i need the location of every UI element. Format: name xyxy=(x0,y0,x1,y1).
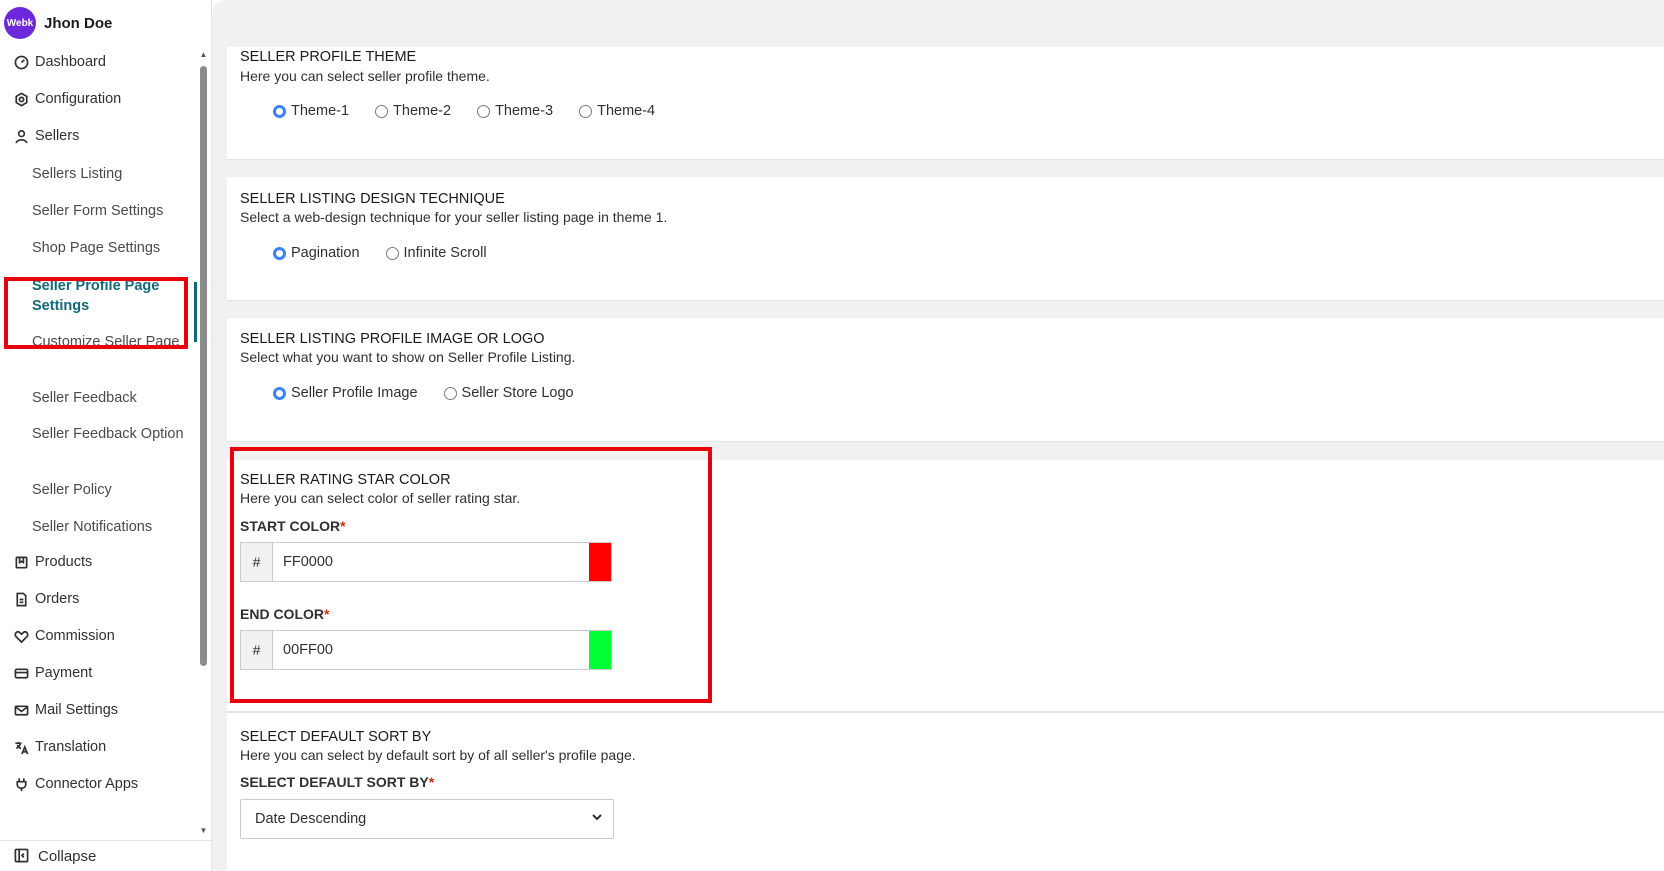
annotation-highlight-sidebar xyxy=(4,277,188,349)
sidebar-item-label: Payment xyxy=(35,665,93,681)
radio-theme-3[interactable]: Theme-3 xyxy=(477,103,553,119)
section-subtitle: Select what you want to show on Seller P… xyxy=(240,349,576,365)
section-title: SELLER LISTING DESIGN TECHNIQUE xyxy=(240,191,505,207)
radio-checked-icon xyxy=(273,104,286,118)
sidebar-item-translation[interactable]: Translation xyxy=(0,739,198,755)
radio-unchecked-icon xyxy=(443,386,457,400)
sidebar-item-dashboard[interactable]: Dashboard xyxy=(0,54,198,70)
section-subtitle: Select a web-design technique for your s… xyxy=(240,209,668,225)
radio-label: Theme-2 xyxy=(393,103,452,119)
sidebar-scroll-thumb[interactable] xyxy=(200,66,207,666)
sidebar-item-label: Dashboard xyxy=(35,54,106,70)
sidebar-item-label: Connector Apps xyxy=(35,776,139,792)
radio-label: Infinite Scroll xyxy=(403,245,487,261)
sidebar-item-label: Translation xyxy=(35,739,107,755)
translate-icon xyxy=(13,739,29,755)
default-sort-value: Date Descending xyxy=(255,811,367,827)
sidebar-sub-seller-feedback[interactable]: Seller Feedback xyxy=(32,388,192,408)
theme-radio-group: Theme-1 Theme-2 Theme-3 Theme-4 xyxy=(273,103,681,119)
card-select-default-sort: SELECT DEFAULT SORT BY Here you can sele… xyxy=(227,712,1664,871)
sidebar-sub-sellers-listing[interactable]: Sellers Listing xyxy=(32,164,192,184)
card-icon xyxy=(13,665,29,681)
user-name: Jhon Doe xyxy=(44,14,113,32)
scroll-down-icon[interactable]: ▼ xyxy=(199,826,208,835)
sidebar-item-connector-apps[interactable]: Connector Apps xyxy=(0,776,198,792)
sidebar-sub-shop-page-settings[interactable]: Shop Page Settings xyxy=(32,238,192,258)
dashboard-icon xyxy=(13,54,29,70)
user-profile[interactable]: Webk Jhon Doe xyxy=(4,6,112,40)
card-seller-profile-theme: SELLER PROFILE THEME Here you can select… xyxy=(227,47,1664,160)
sidebar-item-label: Orders xyxy=(35,591,80,607)
section-title: SELLER PROFILE THEME xyxy=(240,49,417,65)
gear-icon xyxy=(13,91,29,107)
sidebar-item-mail-settings[interactable]: Mail Settings xyxy=(0,702,198,718)
radio-label: Seller Profile Image xyxy=(291,385,418,401)
radio-pagination[interactable]: Pagination xyxy=(273,245,360,261)
sidebar-item-label: Sellers xyxy=(35,128,80,144)
radio-unchecked-icon xyxy=(579,104,593,118)
scroll-up-icon[interactable]: ▲ xyxy=(199,50,208,59)
radio-theme-1[interactable]: Theme-1 xyxy=(273,103,349,119)
radio-theme-4[interactable]: Theme-4 xyxy=(579,103,655,119)
orders-icon xyxy=(13,591,29,607)
radio-infinite-scroll[interactable]: Infinite Scroll xyxy=(385,245,487,261)
annotation-highlight-star-color xyxy=(230,447,712,703)
card-seller-listing-design: SELLER LISTING DESIGN TECHNIQUE Select a… xyxy=(227,177,1664,301)
sidebar-item-label: Mail Settings xyxy=(35,702,119,718)
collapse-icon xyxy=(14,848,30,864)
sort-field-label-text: SELECT DEFAULT SORT BY xyxy=(240,774,429,790)
collapse-label: Collapse xyxy=(38,847,97,865)
card-seller-listing-profile-image: SELLER LISTING PROFILE IMAGE OR LOGO Sel… xyxy=(227,318,1664,442)
commission-icon xyxy=(13,628,29,644)
radio-label: Theme-3 xyxy=(495,103,554,119)
radio-label: Theme-1 xyxy=(291,103,350,119)
radio-unchecked-icon xyxy=(385,246,399,260)
chevron-down-icon xyxy=(591,811,603,827)
sidebar-item-sellers[interactable]: Sellers xyxy=(0,128,198,144)
sidebar-item-commission[interactable]: Commission xyxy=(0,628,198,644)
plug-icon xyxy=(13,776,29,792)
radio-seller-store-logo[interactable]: Seller Store Logo xyxy=(443,385,574,401)
listing-design-radio-group: Pagination Infinite Scroll xyxy=(273,245,513,261)
radio-label: Pagination xyxy=(291,245,360,261)
main-content: SELLER PROFILE THEME Here you can select… xyxy=(212,0,1664,871)
section-subtitle: Here you can select seller profile theme… xyxy=(240,68,490,84)
mail-icon xyxy=(13,702,29,718)
person-icon xyxy=(13,128,29,144)
sidebar: Webk Jhon Doe Dashboard Configuration Se… xyxy=(0,0,212,871)
sidebar-sub-seller-policy[interactable]: Seller Policy xyxy=(32,480,192,500)
sidebar-item-label: Commission xyxy=(35,628,115,644)
sidebar-item-configuration[interactable]: Configuration xyxy=(0,91,198,107)
radio-seller-profile-image[interactable]: Seller Profile Image xyxy=(273,385,418,401)
active-indicator xyxy=(194,282,197,342)
sidebar-nav: Dashboard Configuration Sellers Sellers … xyxy=(0,48,198,838)
radio-label: Theme-4 xyxy=(597,103,656,119)
radio-checked-icon xyxy=(273,246,286,260)
sidebar-item-label: Configuration xyxy=(35,91,122,107)
section-title: SELECT DEFAULT SORT BY xyxy=(240,729,432,745)
sidebar-sub-seller-feedback-option[interactable]: Seller Feedback Option xyxy=(32,424,192,444)
sidebar-sub-seller-notifications[interactable]: Seller Notifications xyxy=(32,517,192,537)
profile-image-radio-group: Seller Profile Image Seller Store Logo xyxy=(273,385,600,401)
radio-theme-2[interactable]: Theme-2 xyxy=(375,103,451,119)
radio-unchecked-icon xyxy=(375,104,389,118)
section-title: SELLER LISTING PROFILE IMAGE OR LOGO xyxy=(240,331,545,347)
radio-checked-icon xyxy=(273,386,286,400)
required-mark: * xyxy=(428,774,435,790)
products-icon xyxy=(13,554,29,570)
sidebar-item-products[interactable]: Products xyxy=(0,554,198,570)
collapse-button[interactable]: Collapse xyxy=(0,840,212,871)
sidebar-item-orders[interactable]: Orders xyxy=(0,591,198,607)
sort-field-label: SELECT DEFAULT SORT BY* xyxy=(240,774,434,790)
sidebar-item-payment[interactable]: Payment xyxy=(0,665,198,681)
default-sort-select[interactable]: Date Descending xyxy=(240,799,614,839)
sidebar-item-label: Products xyxy=(35,554,93,570)
radio-label: Seller Store Logo xyxy=(461,385,574,401)
sidebar-sub-seller-form-settings[interactable]: Seller Form Settings xyxy=(32,201,192,221)
section-subtitle: Here you can select by default sort by o… xyxy=(240,747,636,763)
radio-unchecked-icon xyxy=(477,104,491,118)
avatar: Webk xyxy=(4,7,36,39)
